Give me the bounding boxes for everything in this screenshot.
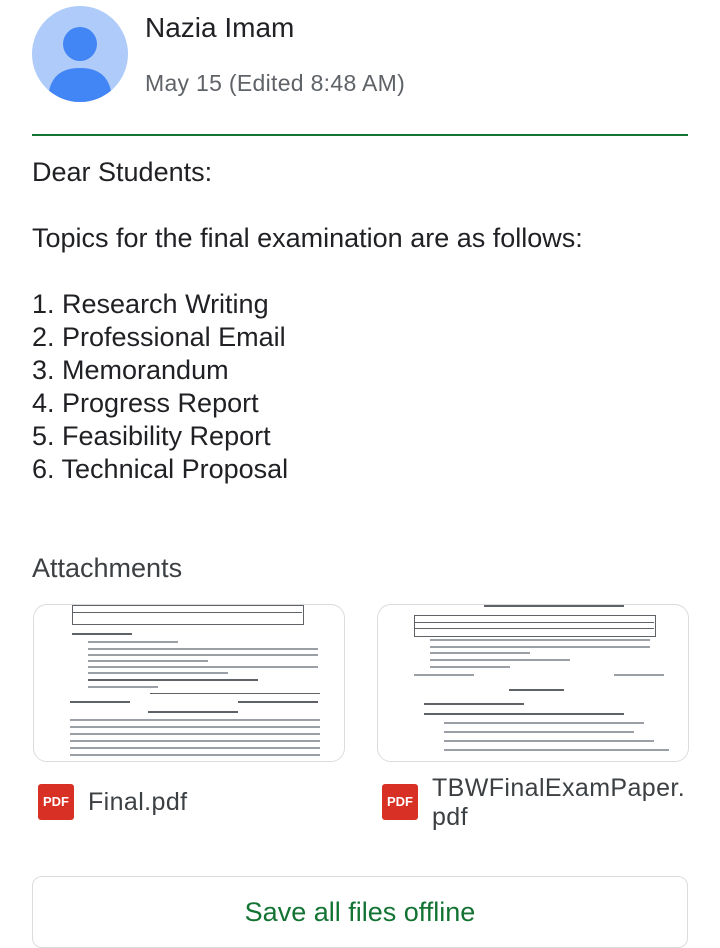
list-item: 6. Technical Proposal bbox=[32, 454, 289, 484]
document-preview bbox=[70, 605, 324, 761]
pdf-icon: PDF bbox=[38, 784, 74, 820]
document-preview bbox=[414, 605, 669, 761]
list-item: 5. Feasibility Report bbox=[32, 421, 271, 451]
attachment-name-line: pdf bbox=[432, 803, 468, 831]
list-item: 2. Professional Email bbox=[32, 322, 286, 352]
list-item: 4. Progress Report bbox=[32, 388, 259, 418]
attachment-name-line: TBWFinalExamPaper. bbox=[432, 774, 686, 802]
attachment-name-final[interactable]: Final.pdf bbox=[88, 788, 188, 817]
message-body: Dear Students: Topics for the final exam… bbox=[32, 156, 583, 486]
post-timestamp: May 15 (Edited 8:48 AM) bbox=[145, 70, 406, 96]
save-offline-button[interactable]: Save all files offline bbox=[32, 876, 688, 948]
attachment-thumbnail-final[interactable] bbox=[33, 604, 345, 762]
divider bbox=[32, 134, 688, 136]
author-name: Nazia Imam bbox=[145, 12, 295, 43]
greeting: Dear Students: bbox=[32, 157, 213, 187]
person-icon bbox=[48, 27, 112, 102]
save-offline-label: Save all files offline bbox=[244, 897, 476, 927]
attachments-heading: Attachments bbox=[32, 553, 183, 583]
topic-list: 1. Research Writing 2. Professional Emai… bbox=[32, 288, 583, 486]
avatar[interactable] bbox=[32, 6, 128, 102]
attachment-name-tbw[interactable]: TBWFinalExamPaper. pdf bbox=[432, 774, 685, 832]
intro-text: Topics for the final examination are as … bbox=[32, 223, 583, 253]
list-item: 1. Research Writing bbox=[32, 289, 269, 319]
attachment-thumbnail-tbw[interactable] bbox=[377, 604, 689, 762]
list-item: 3. Memorandum bbox=[32, 355, 229, 385]
pdf-icon: PDF bbox=[382, 784, 418, 820]
